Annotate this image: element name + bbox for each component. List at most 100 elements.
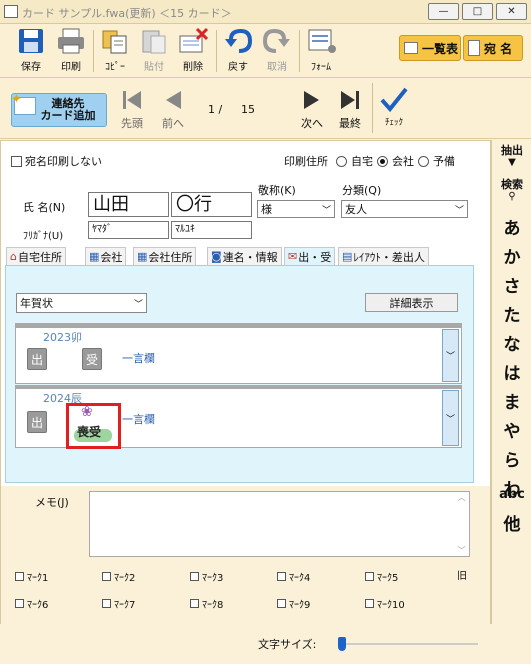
card-editor: 宛名印刷しない 印刷住所 自宅 会社 予備 氏 名(N) 山田 〇行 ﾌﾘｶﾞﾅ… [0, 140, 491, 625]
memo-scrollbar[interactable]: ︿ ﹀ [454, 492, 469, 556]
last-button[interactable]: 最終 [335, 85, 365, 135]
mark-10[interactable]: ﾏｰｸ10 [365, 596, 405, 611]
tab-home-address[interactable]: ⌂ 自宅住所 [6, 247, 66, 265]
radio-company[interactable] [377, 155, 388, 167]
checkbox-box[interactable] [15, 599, 24, 608]
checkbox-box[interactable] [190, 599, 199, 608]
maximize-button[interactable]: □ [462, 3, 493, 20]
mark-2[interactable]: ﾏｰｸ2 [102, 569, 135, 584]
copy-button[interactable]: ｺﾋﾟｰ [98, 26, 132, 76]
checkmark-icon [379, 85, 409, 115]
kana-index-ka[interactable]: か [492, 243, 531, 268]
save-button[interactable]: 保存 [14, 26, 48, 76]
kana-index-ta[interactable]: た [492, 301, 531, 326]
paste-button[interactable]: 貼付 [137, 26, 171, 76]
next-button[interactable]: 次へ [297, 85, 327, 135]
mark-6[interactable]: ﾏｰｸ6 [15, 596, 48, 611]
floppy-icon [16, 27, 46, 55]
chevron-down-icon: ﹀ [445, 414, 455, 425]
mark-5[interactable]: ﾏｰｸ5 [365, 569, 398, 584]
checkbox-box[interactable] [11, 155, 22, 167]
entry-dropdown[interactable]: ﹀ [442, 390, 459, 446]
comment-field[interactable]: 一言欄 [122, 350, 155, 366]
memo-textarea[interactable] [89, 491, 470, 557]
delete-card-icon [178, 27, 208, 55]
checkbox-box[interactable] [365, 599, 374, 608]
furigana-surname-field[interactable]: ﾔﾏﾀﾞ [88, 221, 169, 239]
detail-view-button[interactable]: 詳細表示 [365, 293, 458, 312]
font-size-slider-thumb[interactable] [338, 637, 346, 651]
toolbar-separator [216, 30, 217, 72]
tab-company[interactable]: ▦ 会社 [85, 247, 127, 265]
mark-3[interactable]: ﾏｰｸ3 [190, 569, 223, 584]
lotus-icon: ❀ [81, 404, 93, 420]
minimize-button[interactable]: — [428, 3, 459, 20]
greeting-type-select[interactable]: 年賀状 ﹀ [16, 293, 147, 313]
font-size-slider-track[interactable] [338, 643, 478, 645]
no-print-checkbox[interactable]: 宛名印刷しない [11, 153, 102, 169]
kana-index-ma[interactable]: ま [492, 388, 531, 413]
mark-7[interactable]: ﾏｰｸ7 [102, 596, 135, 611]
kana-index-ha[interactable]: は [492, 359, 531, 384]
form-button[interactable]: ﾌｫｰﾑ [303, 26, 339, 76]
mark-9[interactable]: ﾏｰｸ9 [277, 596, 310, 611]
checkbox-box[interactable] [190, 572, 199, 581]
index-other[interactable]: 他 [492, 510, 531, 535]
radio-spare[interactable] [418, 155, 429, 167]
entry-dropdown[interactable]: ﹀ [442, 329, 459, 382]
furigana-given-field[interactable]: ﾏﾙﾕｷ [171, 221, 252, 239]
first-button[interactable]: 先頭 [117, 85, 147, 135]
skip-last-icon [339, 85, 361, 115]
surname-field[interactable]: 山田 [88, 192, 169, 217]
postcard-icon: ✉ [288, 250, 298, 263]
house-icon: ⌂ [10, 250, 17, 263]
redo-button[interactable]: 取消 [260, 26, 294, 76]
checkbox-box[interactable] [277, 572, 286, 581]
kana-index-sa[interactable]: さ [492, 272, 531, 297]
prev-button[interactable]: 前へ [158, 85, 188, 135]
mark-1[interactable]: ﾏｰｸ1 [15, 569, 48, 584]
mark-8[interactable]: ﾏｰｸ8 [190, 596, 223, 611]
given-name-field[interactable]: 〇行 [171, 192, 252, 217]
checkbox-box[interactable] [102, 572, 111, 581]
index-sidebar: 抽出 ▼ 検索 ⚲ あ か さ た な は ま や ら わ abc 他 [491, 140, 531, 624]
filter-icon: ▼ [508, 157, 516, 168]
printer-icon [56, 27, 86, 55]
honorific-select[interactable]: 様 ﹀ [257, 200, 335, 218]
sent-stamp[interactable]: 出 [27, 348, 47, 370]
delete-button[interactable]: 削除 [176, 26, 210, 76]
navigation-bar: ✦ 連絡先 カード追加 先頭 前へ 1 / 15 次へ 最終 ﾁｪｯｸ [0, 79, 531, 139]
search-button[interactable]: 検索 ⚲ [492, 176, 531, 202]
undo-button[interactable]: 戻す [221, 26, 255, 76]
sent-stamp[interactable]: 出 [27, 411, 47, 433]
tab-sent-received[interactable]: ✉ 出・受 [284, 247, 336, 265]
extract-button[interactable]: 抽出 ▼ [492, 142, 531, 168]
tab-company-address[interactable]: ▦ 会社住所 [133, 247, 197, 265]
comment-field[interactable]: 一言欄 [122, 411, 155, 427]
mark-4[interactable]: ﾏｰｸ4 [277, 569, 310, 584]
mourning-received-stamp[interactable]: ❀ 喪受 [66, 403, 121, 449]
tab-joint-info[interactable]: ◙ 連名・情報 [207, 247, 282, 265]
checkbox-box[interactable] [15, 572, 24, 581]
address-name-button[interactable]: 宛 名 [463, 35, 523, 61]
page-indicator: 1 / [208, 103, 223, 116]
list-view-button[interactable]: 一覧表 [399, 35, 461, 61]
kana-index-na[interactable]: な [492, 330, 531, 355]
tab-layout-sender[interactable]: ▤ ﾚｲｱｳﾄ・差出人 [338, 247, 429, 265]
radio-home[interactable] [336, 155, 347, 167]
close-button[interactable]: ✕ [496, 3, 527, 20]
category-select[interactable]: 友人 ﹀ [341, 200, 468, 218]
sent-received-panel: 年賀状 ﹀ 詳細表示 2023卯 出 受 一言欄 ﹀ 2024辰 出 ❀ 喪受 一… [5, 265, 474, 483]
checkbox-box[interactable] [277, 599, 286, 608]
chevron-down-icon: ﹀ [454, 205, 464, 216]
checkbox-box[interactable] [102, 599, 111, 608]
checkbox-box[interactable] [365, 572, 374, 581]
print-button[interactable]: 印刷 [54, 26, 88, 76]
kana-index-ra[interactable]: ら [492, 446, 531, 471]
index-abc[interactable]: abc [492, 487, 531, 502]
kana-index-a[interactable]: あ [492, 214, 531, 239]
kana-index-ya[interactable]: や [492, 417, 531, 442]
check-button[interactable]: ﾁｪｯｸ [377, 85, 411, 135]
toolbar-separator [299, 30, 300, 72]
received-stamp[interactable]: 受 [82, 348, 102, 370]
